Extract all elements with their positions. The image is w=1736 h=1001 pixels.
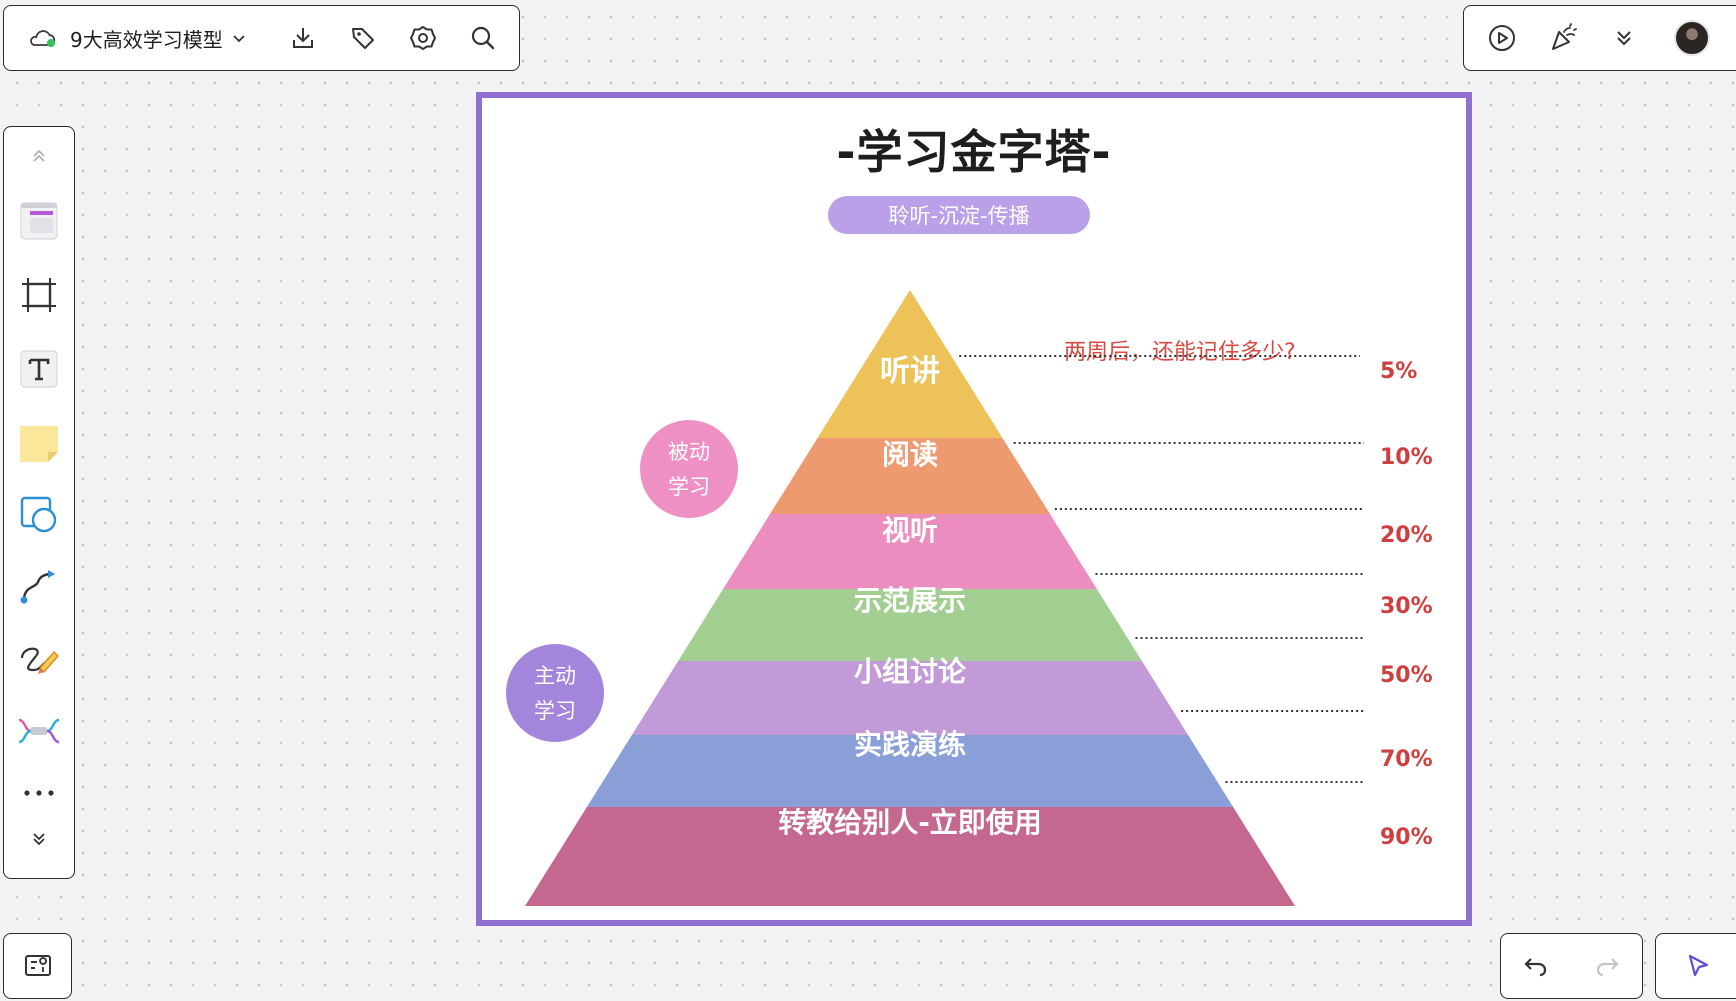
present-icon	[1489, 25, 1515, 51]
sticky-note-icon	[20, 426, 58, 462]
chevron-down-icon[interactable]	[231, 30, 247, 46]
pointer-icon	[1688, 954, 1709, 977]
pyramid-layer-label: 小组讨论	[854, 655, 967, 688]
redo-button[interactable]	[1587, 946, 1627, 986]
active-learning-bubble: 主动 学习	[506, 644, 604, 742]
settings-icon	[409, 26, 436, 50]
undo-icon	[1524, 958, 1547, 977]
retention-percent: 50%	[1380, 663, 1433, 688]
collapse-up-button[interactable]	[15, 137, 63, 175]
pointer-tool-panel	[1655, 933, 1736, 999]
minimap-button[interactable]	[3, 933, 72, 999]
celebrate-icon	[1552, 23, 1577, 50]
retention-percent: 70%	[1380, 747, 1433, 772]
settings-button[interactable]	[403, 18, 443, 58]
frame-icon	[22, 278, 56, 312]
left-toolbar	[3, 126, 75, 879]
pyramid-layer-label: 听讲	[880, 354, 940, 389]
pen-button[interactable]	[15, 633, 63, 685]
pyramid-layer-label: 示范展示	[854, 584, 966, 617]
retention-percent: 90%	[1380, 825, 1433, 850]
present-button[interactable]	[1482, 18, 1522, 58]
minimap-icon	[24, 955, 51, 976]
search-button[interactable]	[463, 18, 503, 58]
tag-button[interactable]	[343, 18, 383, 58]
download-button[interactable]	[283, 18, 323, 58]
passive-learning-bubble: 被动 学习	[640, 420, 738, 518]
retention-percent: 20%	[1380, 523, 1433, 548]
template-icon	[20, 202, 58, 240]
text-icon	[20, 350, 58, 388]
search-icon	[471, 26, 494, 50]
more-icon	[24, 790, 54, 796]
pointer-button[interactable]	[1678, 946, 1718, 986]
shape-button[interactable]	[15, 489, 63, 541]
undo-button[interactable]	[1516, 946, 1556, 986]
more-tools-button[interactable]	[15, 771, 63, 815]
mindmap-icon	[18, 718, 60, 744]
pyramid-layer-label: 实践演练	[854, 728, 966, 761]
shape-icon	[20, 496, 57, 533]
pyramid-chart: 听讲阅读视听示范展示小组讨论实践演练转教给别人-立即使用	[525, 290, 1364, 906]
pyramid-layer-label: 视听	[882, 514, 938, 547]
history-controls	[1500, 933, 1643, 999]
text-tool-button[interactable]	[15, 343, 63, 395]
expand-down-icon	[33, 833, 45, 846]
frame-button[interactable]	[15, 269, 63, 321]
redo-icon	[1596, 958, 1619, 977]
celebrate-button[interactable]	[1543, 18, 1583, 58]
retention-percent: 10%	[1380, 445, 1433, 470]
cloud-sync-icon[interactable]	[26, 26, 58, 50]
expand-down-button[interactable]	[15, 817, 63, 861]
connector-icon	[20, 570, 55, 604]
sticky-note-button[interactable]	[15, 417, 63, 469]
retention-percent: 5%	[1380, 359, 1418, 384]
pyramid-layer-label: 阅读	[882, 438, 938, 471]
tag-icon	[351, 28, 374, 49]
expand-more-button[interactable]	[1604, 18, 1644, 58]
collapse-up-icon	[33, 149, 45, 162]
template-button[interactable]	[15, 195, 63, 247]
top-right-toolbar	[1463, 5, 1736, 71]
connector-button[interactable]	[15, 561, 63, 613]
pen-icon	[20, 647, 59, 674]
document-title[interactable]: 9大高效学习模型	[70, 24, 223, 53]
learning-pyramid-frame[interactable]: -学习金字塔- 聆听-沉淀-传播 两周后，还能记住多少? 听讲 阅读 视听 示范展示小…	[476, 92, 1472, 926]
top-toolbar: 9大高效学习模型	[3, 5, 520, 71]
mindmap-button[interactable]	[15, 705, 63, 757]
retention-percent: 30%	[1380, 594, 1433, 619]
download-icon	[292, 28, 313, 48]
avatar[interactable]	[1674, 20, 1710, 56]
expand-more-icon	[1617, 31, 1631, 46]
pyramid-layer-label: 转教给别人-立即使用	[778, 806, 1042, 839]
